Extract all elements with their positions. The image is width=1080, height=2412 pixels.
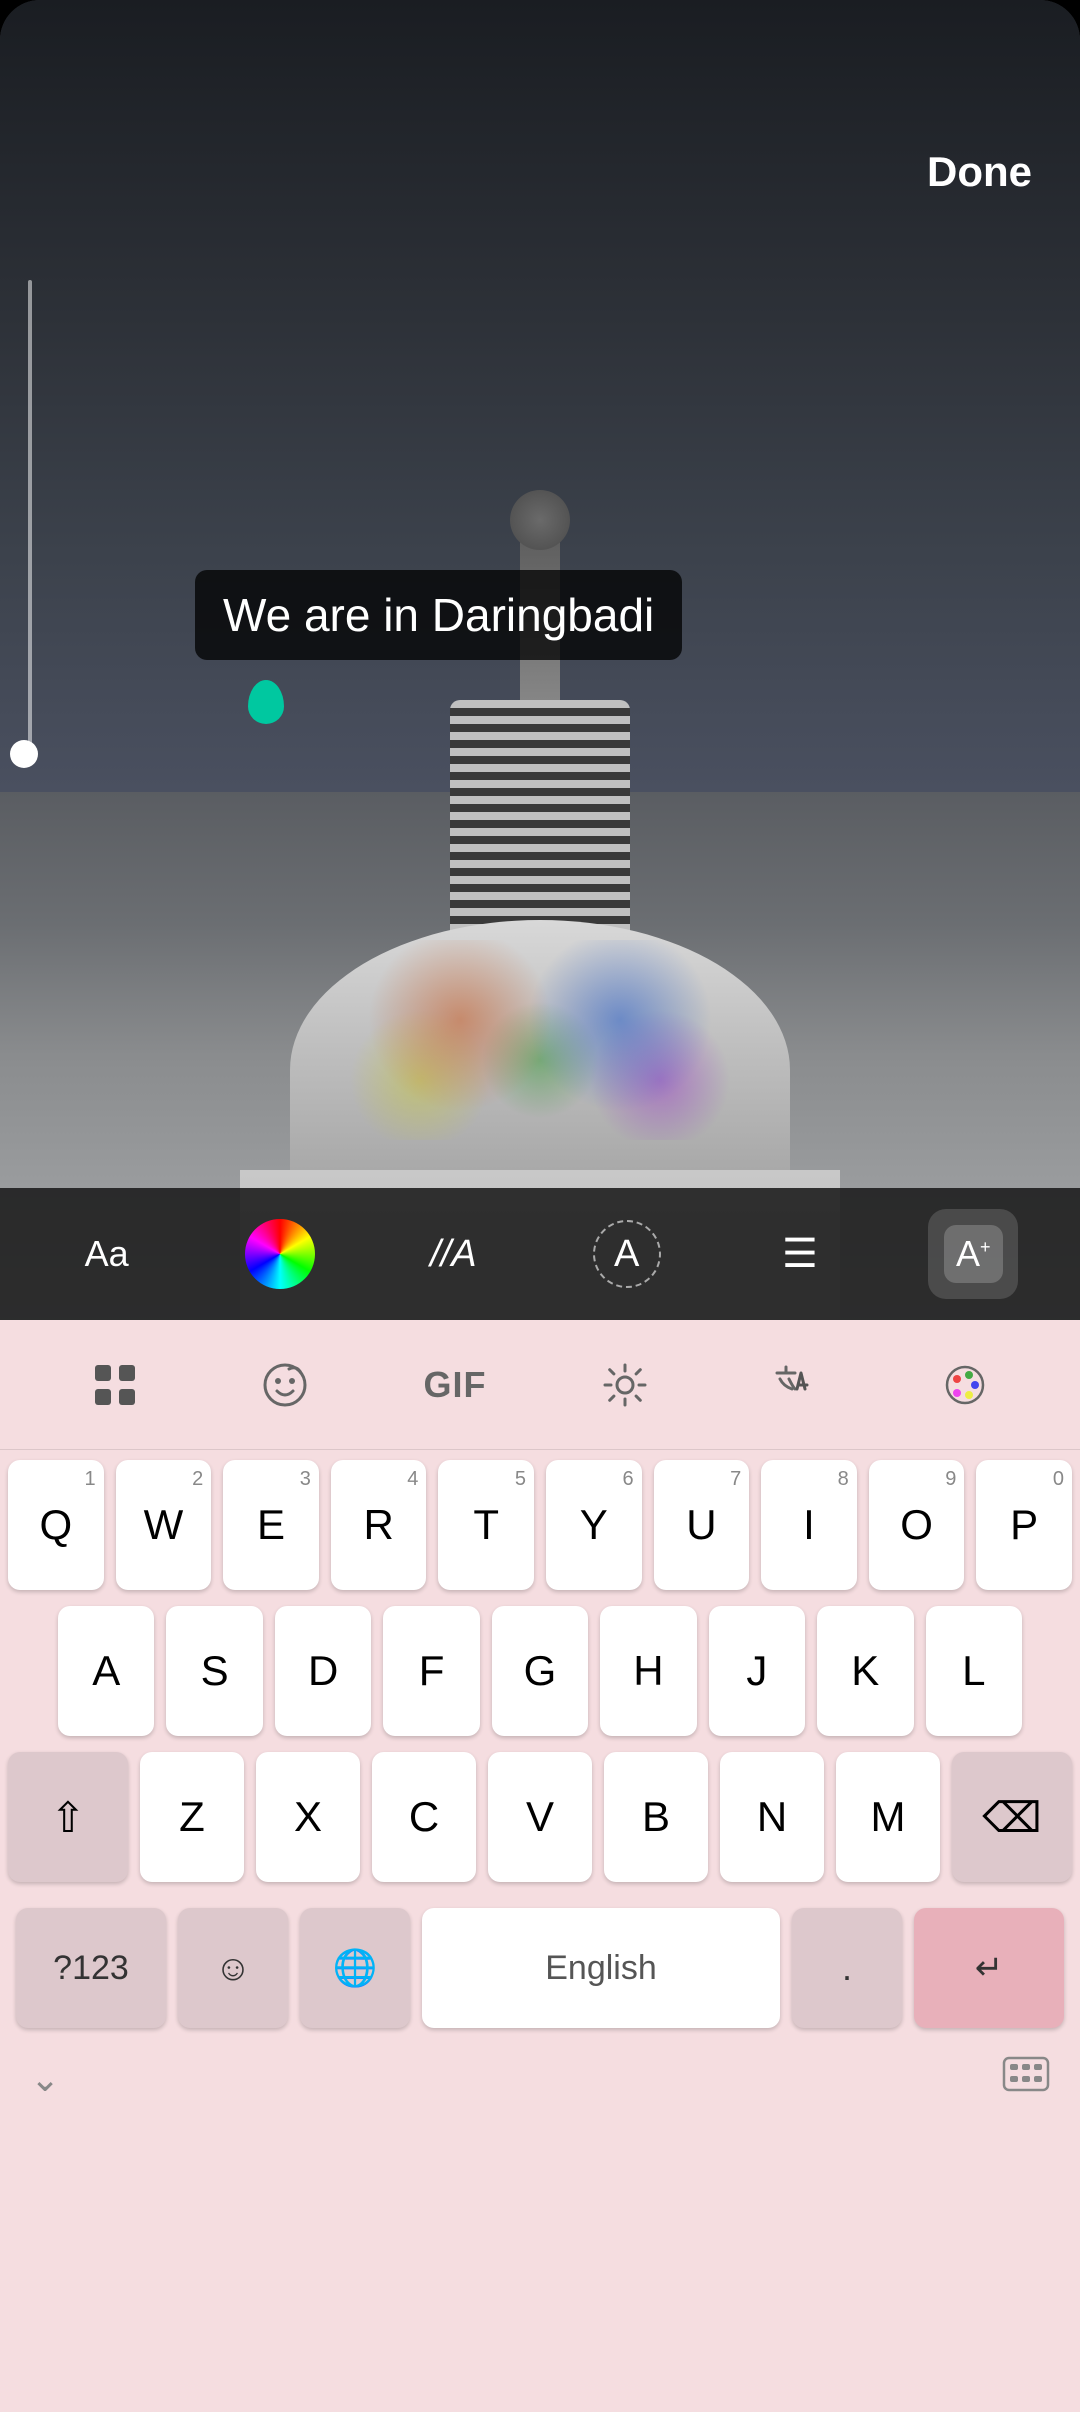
font-button[interactable]: Aa (62, 1209, 152, 1299)
key-row-3: ⇧ Z X C V B N M ⌫ (8, 1752, 1072, 1882)
key-y[interactable]: Y6 (546, 1460, 642, 1590)
key-o[interactable]: O9 (869, 1460, 965, 1590)
key-h[interactable]: H (600, 1606, 696, 1736)
sticker-icon[interactable] (245, 1345, 325, 1425)
gif-label: GIF (424, 1364, 487, 1406)
keyboard-top-bar: GIF (0, 1320, 1080, 1450)
swipe-down-icon[interactable]: ⌄ (30, 2058, 60, 2100)
text-effect-button[interactable]: A (582, 1209, 672, 1299)
key-c[interactable]: C (372, 1752, 476, 1882)
keyboard-bottom-bar: ?123 ☺ 🌐 English . ↵ (0, 1898, 1080, 2038)
font-style-button[interactable]: //A (408, 1209, 498, 1299)
num-switch-key[interactable]: ?123 (16, 1908, 166, 2028)
key-m[interactable]: M (836, 1752, 940, 1882)
left-handle-dot[interactable] (10, 740, 38, 768)
key-rows: Q1 W2 E3 R4 T5 Y6 U7 I8 O9 P0 A S D F G … (0, 1450, 1080, 1882)
key-k[interactable]: K (817, 1606, 913, 1736)
key-q[interactable]: Q1 (8, 1460, 104, 1590)
photo-area: Done We are in Daringbadi Aa //A A ☰ A+ (0, 0, 1080, 1320)
align-icon: ☰ (782, 1231, 818, 1277)
gif-icon[interactable]: GIF (415, 1345, 495, 1425)
key-i[interactable]: I8 (761, 1460, 857, 1590)
stupa-decorations (340, 940, 740, 1140)
rainbow-color-circle[interactable] (245, 1219, 315, 1289)
text-toolbar: Aa //A A ☰ A+ (0, 1188, 1080, 1320)
space-key[interactable]: English (422, 1908, 780, 2028)
return-icon: ↵ (975, 1948, 1004, 1988)
keyboard-area: GIF (0, 1320, 1080, 2412)
text-overlay[interactable]: We are in Daringbadi (195, 570, 682, 660)
key-x[interactable]: X (256, 1752, 360, 1882)
vertical-guide-line (28, 280, 32, 760)
done-button[interactable]: Done (927, 148, 1032, 196)
key-f[interactable]: F (383, 1606, 479, 1736)
apps-icon[interactable] (75, 1345, 155, 1425)
palette-icon[interactable] (925, 1345, 1005, 1425)
key-r[interactable]: R4 (331, 1460, 427, 1590)
key-a[interactable]: A (58, 1606, 154, 1736)
keyboard-footer: ⌄ (0, 2046, 1080, 2111)
emoji-key[interactable]: ☺ (178, 1908, 288, 2028)
color-picker-button[interactable] (235, 1209, 325, 1299)
key-u[interactable]: U7 (654, 1460, 750, 1590)
emoji-icon-symbol: ☺ (215, 1947, 252, 1989)
key-t[interactable]: T5 (438, 1460, 534, 1590)
translate-icon[interactable] (755, 1345, 835, 1425)
key-row-2: A S D F G H J K L (8, 1606, 1072, 1736)
align-button[interactable]: ☰ (755, 1209, 845, 1299)
keyboard-switch-icon[interactable] (1002, 2056, 1050, 2101)
globe-icon-symbol: 🌐 (333, 1947, 378, 1989)
auto-text-icon: A+ (944, 1225, 1003, 1283)
key-b[interactable]: B (604, 1752, 708, 1882)
key-e[interactable]: E3 (223, 1460, 319, 1590)
text-effect-icon: A (593, 1220, 661, 1288)
auto-text-button[interactable]: A+ (928, 1209, 1018, 1299)
backspace-key[interactable]: ⌫ (952, 1752, 1072, 1882)
key-j[interactable]: J (709, 1606, 805, 1736)
font-label: Aa (85, 1233, 129, 1275)
key-l[interactable]: L (926, 1606, 1022, 1736)
period-key[interactable]: . (792, 1908, 902, 2028)
key-row-1: Q1 W2 E3 R4 T5 Y6 U7 I8 O9 P0 (8, 1460, 1072, 1590)
font-style-icon: //A (430, 1233, 476, 1276)
key-v[interactable]: V (488, 1752, 592, 1882)
key-g[interactable]: G (492, 1606, 588, 1736)
key-n[interactable]: N (720, 1752, 824, 1882)
return-key[interactable]: ↵ (914, 1908, 1064, 2028)
key-w[interactable]: W2 (116, 1460, 212, 1590)
color-picker-dot[interactable] (248, 680, 284, 724)
key-p[interactable]: P0 (976, 1460, 1072, 1590)
stupa-rings (450, 700, 630, 950)
key-d[interactable]: D (275, 1606, 371, 1736)
settings-icon[interactable] (585, 1345, 665, 1425)
globe-key[interactable]: 🌐 (300, 1908, 410, 2028)
key-z[interactable]: Z (140, 1752, 244, 1882)
shift-key[interactable]: ⇧ (8, 1752, 128, 1882)
key-s[interactable]: S (166, 1606, 262, 1736)
